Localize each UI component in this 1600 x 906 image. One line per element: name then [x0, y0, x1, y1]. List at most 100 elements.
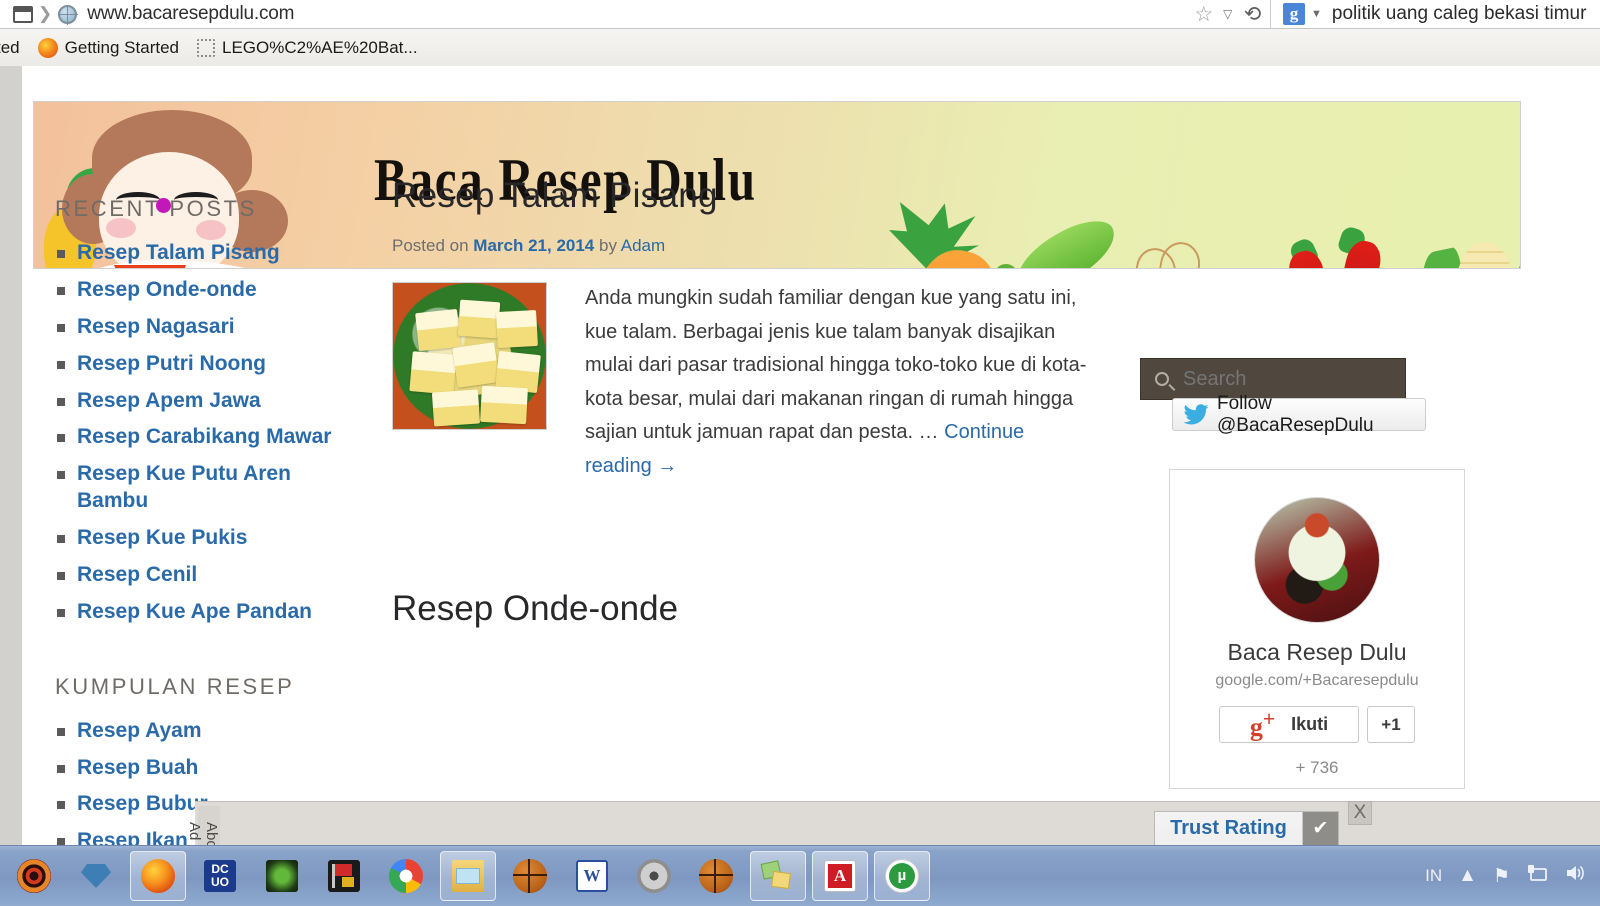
trust-rating-title: Trust Rating	[1170, 816, 1287, 839]
post-thumbnail[interactable]	[392, 282, 547, 430]
taskbar-item-adobe-reader[interactable]: A	[812, 851, 868, 901]
sidebar-link[interactable]: Resep Bubur	[77, 792, 208, 815]
browser-search-box[interactable]: g ▼ politik uang caleg bekasi timur	[1270, 0, 1600, 29]
left-sidebar: RECENT POSTS Resep Talam Pisang Resep On…	[55, 196, 365, 845]
sidebar-link[interactable]: Resep Carabikang Mawar	[77, 425, 331, 448]
sidebar-link[interactable]: Resep Nagasari	[77, 315, 235, 338]
reload-icon[interactable]: ⟳	[1244, 2, 1262, 27]
sidebar-link[interactable]: Resep Kue Pukis	[77, 526, 247, 549]
network-icon[interactable]	[1526, 863, 1548, 889]
input-language-indicator[interactable]: IN	[1425, 866, 1442, 886]
trust-rating-badges: ✔ ★ i	[1302, 812, 1338, 845]
search-engine-chevron-icon[interactable]: ▼	[1311, 8, 1322, 20]
gplus-follower-count: + 736	[1295, 758, 1339, 777]
sidebar-link[interactable]: Resep Apem Jawa	[77, 389, 261, 412]
taskbar-item-disc[interactable]	[626, 851, 682, 901]
sidebar-link[interactable]: Resep Putri Noong	[77, 352, 266, 375]
taskbar-item-basketball-2[interactable]	[688, 851, 744, 901]
taskbar-item-firefox[interactable]	[130, 851, 186, 901]
search-input[interactable]	[1181, 366, 1371, 392]
sidebar-link[interactable]: Resep Kue Putu Aren Bambu	[77, 462, 291, 512]
taskbar-item-explorer[interactable]	[440, 851, 496, 901]
page-viewport: Baca Resep Dulu RECENT POSTS Resep Talam…	[0, 66, 1600, 845]
close-icon[interactable]: X	[1348, 801, 1372, 825]
taskbar-item-dcuo[interactable]: DC UO	[192, 851, 248, 901]
trust-rating-widget[interactable]: Trust Rating Not Yet Rated bacaresepdulu…	[1154, 811, 1339, 845]
list-item[interactable]: Resep Ayam	[55, 718, 365, 745]
gplus-follow-button[interactable]: g+ Ikuti	[1219, 706, 1359, 743]
taskbar-item-basketball-1[interactable]	[502, 851, 558, 901]
trust-rating-title-row: Trust Rating	[1155, 812, 1302, 845]
taskbar: DC UO W A µ IN ▲ ⚑	[0, 845, 1600, 906]
list-item[interactable]: Resep Buah	[55, 755, 365, 782]
taskbar-item-utorrent[interactable]: µ	[874, 851, 930, 901]
taskbar-item-photos[interactable]	[750, 851, 806, 901]
bookmark-label: ted	[0, 37, 20, 57]
browser-search-query[interactable]: politik uang caleg bekasi timur	[1332, 3, 1587, 25]
site-tile-icon[interactable]	[10, 3, 36, 25]
bookmark-star-icon[interactable]: ☆	[1194, 2, 1213, 27]
taskbar-item-target-app[interactable]	[6, 851, 62, 901]
taskbar-item-flag-game[interactable]	[316, 851, 372, 901]
post-date-link[interactable]: March 21, 2014	[473, 236, 594, 255]
ad-overlay[interactable]: About this Ad	[186, 801, 1600, 845]
gplus-plus-one-button[interactable]: +1	[1367, 706, 1415, 743]
post-author-link[interactable]: Adam	[621, 236, 665, 255]
list-item[interactable]: Resep Nagasari	[55, 314, 365, 341]
url-text[interactable]: www.bacaresepdulu.com	[87, 3, 294, 25]
globe-icon	[58, 4, 79, 25]
word-icon: W	[576, 860, 608, 892]
green-game-icon	[266, 860, 298, 892]
posted-on-label: Posted on	[392, 236, 469, 255]
bookmarks-bar: ted Getting Started LEGO%C2%AE%20Bat...	[0, 29, 1600, 66]
url-bar-actions: ☆ ▽ ⟳ g ▼ politik uang caleg bekasi timu…	[1194, 0, 1600, 29]
list-item[interactable]: Resep Cenil	[55, 562, 365, 589]
list-item[interactable]: Resep Kue Pukis	[55, 525, 365, 552]
list-item[interactable]: Resep Talam Pisang	[55, 240, 365, 267]
gplus-profile-url[interactable]: google.com/+Bacaresepdulu	[1215, 672, 1418, 690]
utorrent-icon: µ	[885, 859, 919, 893]
sidebar-link[interactable]: Resep Buah	[77, 756, 198, 779]
recent-posts-list: Resep Talam Pisang Resep Onde-onde Resep…	[55, 240, 365, 626]
sidebar-link[interactable]: Resep Onde-onde	[77, 278, 257, 301]
system-tray: IN ▲ ⚑	[1425, 863, 1600, 889]
gplus-follow-label: Ikuti	[1291, 714, 1329, 734]
post-excerpt: Anda mungkin sudah familiar dengan kue y…	[585, 282, 1092, 484]
flag-icon[interactable]: ⚑	[1493, 865, 1510, 888]
sidebar-link[interactable]: Resep Talam Pisang	[77, 241, 280, 264]
taskbar-item-gem-app[interactable]	[68, 851, 124, 901]
sidebar-link[interactable]: Resep Ikan	[77, 829, 188, 845]
show-hidden-icons-chevron-icon[interactable]: ▲	[1458, 865, 1477, 887]
list-item[interactable]: Resep Kue Putu Aren Bambu	[55, 461, 365, 515]
taskbar-item-chrome[interactable]	[378, 851, 434, 901]
target-app-icon	[17, 859, 51, 893]
post-excerpt-text: Anda mungkin sudah familiar dengan kue y…	[585, 287, 1087, 444]
chevron-down-icon[interactable]: ▽	[1223, 7, 1232, 21]
basketball-icon	[513, 859, 547, 893]
twitter-follow-button[interactable]: Follow @BacaResepDulu	[1172, 393, 1426, 436]
recent-posts-heading: RECENT POSTS	[55, 196, 257, 221]
list-item[interactable]: Resep Onde-onde	[55, 277, 365, 304]
volume-icon[interactable]	[1564, 863, 1586, 889]
flag-game-icon	[328, 860, 360, 892]
about-this-ad-label[interactable]: About this Ad	[186, 806, 220, 845]
check-icon[interactable]: ✔	[1303, 812, 1338, 845]
url-bar[interactable]: ❯ www.bacaresepdulu.com ☆ ▽ ⟳ g ▼ politi…	[0, 0, 1600, 29]
sidebar-link[interactable]: Resep Ayam	[77, 719, 202, 742]
sidebar-link[interactable]: Resep Cenil	[77, 563, 197, 586]
taskbar-item-word[interactable]: W	[564, 851, 620, 901]
disc-icon	[637, 859, 671, 893]
basketball-icon	[699, 859, 733, 893]
bookmark-item-lego[interactable]: LEGO%C2%AE%20Bat...	[196, 38, 418, 58]
bookmark-item-ted[interactable]: ted	[0, 38, 20, 58]
post-title[interactable]: Resep Talam Pisang	[392, 176, 1092, 216]
list-item[interactable]: Resep Apem Jawa	[55, 388, 365, 415]
list-item[interactable]: Resep Kue Ape Pandan	[55, 599, 365, 626]
taskbar-item-game-green[interactable]	[254, 851, 310, 901]
bookmark-label: Getting Started	[64, 37, 179, 57]
post-title-2[interactable]: Resep Onde-onde	[392, 589, 678, 629]
list-item[interactable]: Resep Carabikang Mawar	[55, 424, 365, 451]
bookmark-item-getting-started[interactable]: Getting Started	[37, 37, 179, 58]
sidebar-link[interactable]: Resep Kue Ape Pandan	[77, 600, 312, 623]
list-item[interactable]: Resep Putri Noong	[55, 351, 365, 378]
